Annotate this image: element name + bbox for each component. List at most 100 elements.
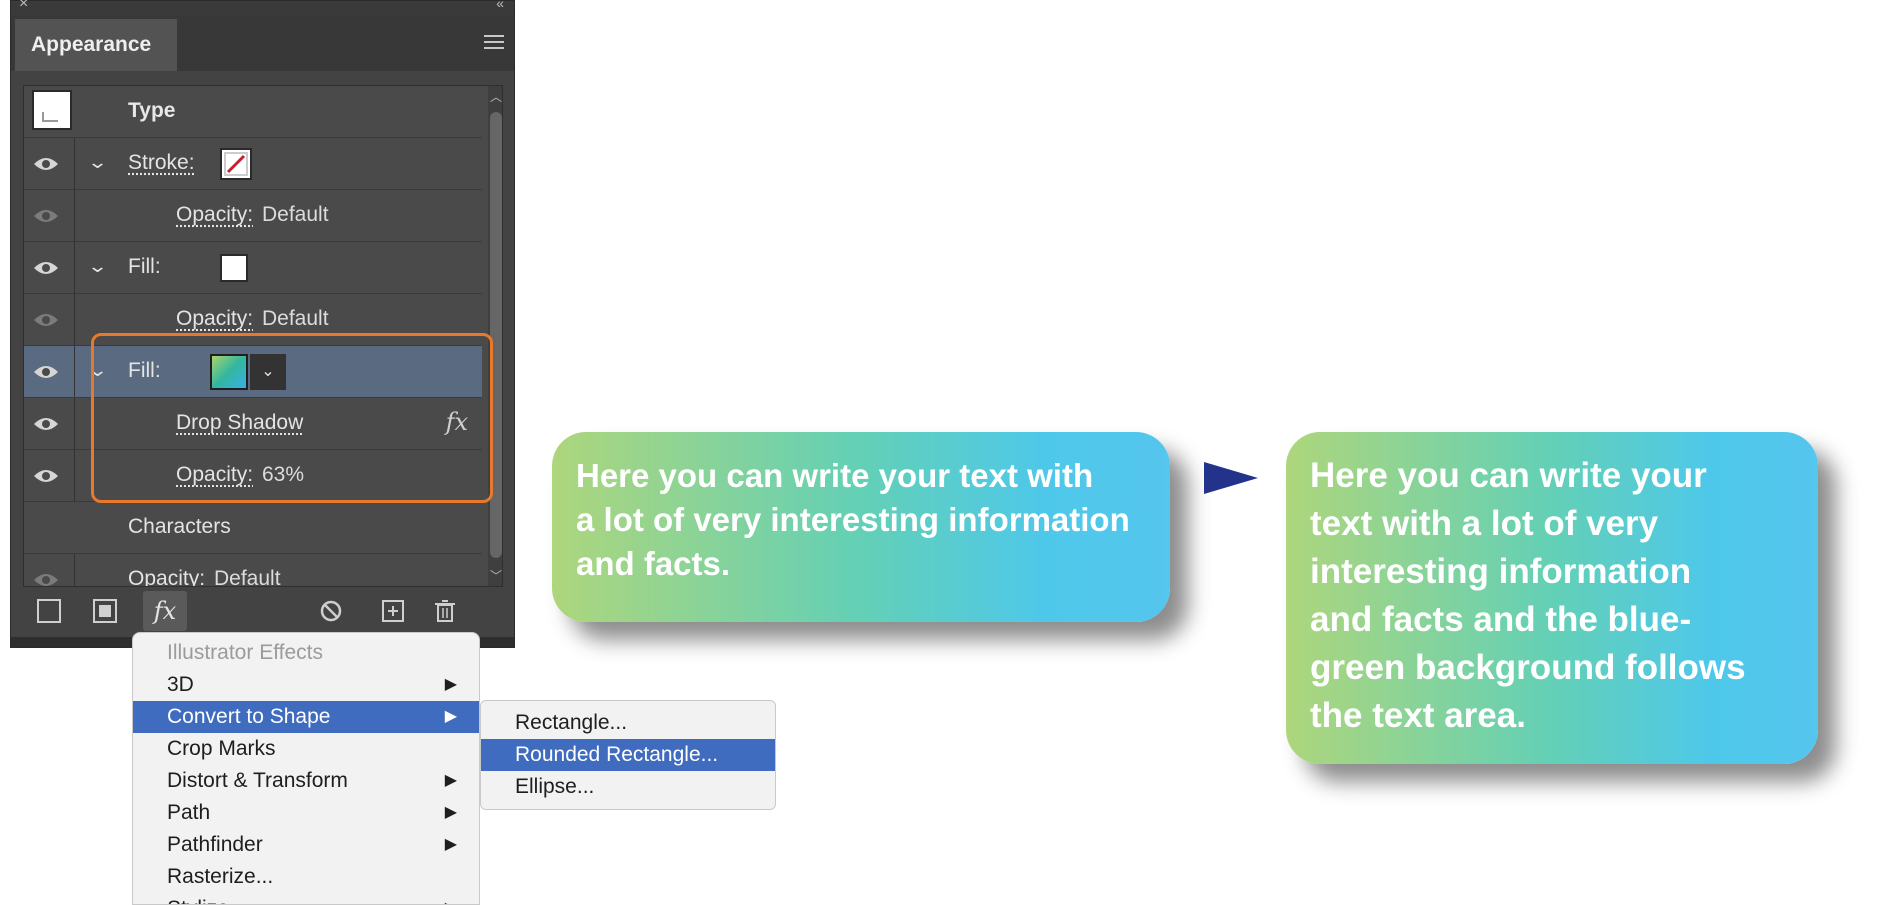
row-fill-gradient[interactable]: ⌄ Fill: ⌄ [24, 346, 482, 398]
menu-item-label: 3D [167, 673, 194, 696]
effects-menu: Illustrator Effects 3D ▶ Convert to Shape… [132, 632, 480, 905]
menu-header: Illustrator Effects [167, 641, 324, 664]
callout-text-line: and facts. [576, 545, 731, 582]
close-icon[interactable]: × [19, 0, 28, 13]
submenu-arrow-icon: ▶ [444, 804, 457, 821]
stroke-label[interactable]: Stroke: [128, 151, 195, 175]
menu-item-distort-transform[interactable]: Distort & Transform ▶ [133, 765, 479, 797]
opacity-label[interactable]: Opacity: [176, 463, 253, 487]
callout-text-line: a lot of very interesting information [576, 501, 1130, 538]
opacity-value: Default [262, 307, 329, 330]
submenu-item-ellipse[interactable]: Ellipse... [481, 771, 775, 803]
menu-item-label: Convert to Shape [167, 705, 331, 728]
panel-title-bar: × « [11, 0, 514, 15]
opacity-label[interactable]: Opacity: [176, 203, 253, 227]
fill-label[interactable]: Fill: [128, 255, 161, 279]
menu-item-path[interactable]: Path ▶ [133, 797, 479, 829]
row-stroke[interactable]: ⌄ Stroke: [24, 138, 482, 190]
clear-appearance-icon[interactable] [319, 599, 343, 623]
callout-text-line: Here you can write your [1310, 456, 1707, 495]
trash-icon[interactable] [433, 599, 457, 623]
opacity-label[interactable]: Opacity: [176, 307, 253, 331]
collapse-icon[interactable]: « [496, 0, 504, 11]
eye-icon[interactable] [32, 154, 60, 174]
stroke-swatch[interactable] [220, 148, 252, 180]
row-stroke-opacity[interactable]: Opacity: Default [24, 190, 482, 242]
submenu-arrow-icon: ▶ [444, 836, 457, 853]
menu-item-label: Path [167, 801, 211, 824]
convert-to-shape-submenu: Rectangle... Rounded Rectangle... Ellips… [480, 700, 776, 810]
menu-item-label: Pathfinder [167, 833, 263, 856]
row-fill-opacity[interactable]: Opacity: Default [24, 294, 482, 346]
swatch-dropdown-chevron-icon[interactable]: ⌄ [250, 354, 286, 390]
type-label: Type [128, 99, 176, 122]
scroll-down-icon[interactable]: ﹀ [490, 567, 502, 584]
chevron-down-icon[interactable]: ⌄ [87, 152, 108, 173]
row-drop-shadow[interactable]: Drop Shadow fx [24, 398, 482, 450]
callout-text-line: and facts and the blue- [1310, 600, 1692, 639]
submenu-item-rectangle[interactable]: Rectangle... [481, 707, 775, 739]
no-stroke-icon [226, 154, 246, 174]
fx-icon[interactable]: fx [446, 408, 468, 436]
chevron-down-icon[interactable]: ⌄ [87, 360, 108, 381]
menu-item-label: Distort & Transform [167, 769, 348, 792]
menu-item-stylize[interactable]: Stylize ▶ [133, 893, 479, 904]
callout-text-line: text with a lot of very [1310, 504, 1659, 543]
eye-icon[interactable] [32, 362, 60, 382]
appearance-list: Type ⌄ Stroke: Opacity: Default ⌄ Fill: [23, 85, 503, 587]
arrow-right-icon [1204, 462, 1258, 494]
characters-label: Characters [128, 515, 231, 538]
submenu-arrow-icon: ▶ [444, 708, 457, 725]
type-thumbnail [32, 90, 72, 130]
panel-menu-icon[interactable] [484, 35, 504, 51]
submenu-arrow-icon: ▶ [444, 676, 457, 693]
panel-tab-bar: Appearance [11, 15, 514, 71]
opacity-value: 63% [262, 463, 305, 486]
callout-text-line: the text area. [1310, 696, 1526, 735]
eye-icon[interactable] [32, 310, 60, 330]
row-fill-opacity-63[interactable]: Opacity: 63% [24, 450, 482, 502]
appearance-panel: × « Appearance Type ⌄ Stroke: Opacity: D… [10, 0, 515, 648]
fill-swatch-white[interactable] [220, 254, 248, 282]
panel-toolbar: fx [11, 587, 514, 637]
eye-icon[interactable] [32, 414, 60, 434]
row-fill-white[interactable]: ⌄ Fill: [24, 242, 482, 294]
row-characters[interactable]: Characters [24, 502, 482, 554]
scroll-up-icon[interactable]: ︿ [490, 88, 502, 105]
chevron-down-icon[interactable]: ⌄ [87, 256, 108, 277]
drop-shadow-label[interactable]: Drop Shadow [176, 411, 303, 435]
eye-icon[interactable] [32, 206, 60, 226]
callout-text-line: green background follows [1310, 648, 1746, 687]
menu-item-convert-to-shape[interactable]: Convert to Shape ▶ [133, 701, 479, 733]
eye-icon[interactable] [32, 570, 60, 587]
menu-item-rasterize[interactable]: Rasterize... [133, 861, 479, 893]
duplicate-item-icon[interactable] [381, 599, 405, 623]
add-new-stroke-icon[interactable] [37, 599, 61, 623]
eye-icon[interactable] [32, 258, 60, 278]
fill-label[interactable]: Fill: [128, 359, 161, 383]
submenu-arrow-icon: ▶ [445, 893, 457, 904]
add-new-effect-button[interactable]: fx [143, 591, 187, 631]
submenu-arrow-icon: ▶ [444, 772, 457, 789]
fill-swatch-gradient[interactable] [210, 354, 248, 390]
add-new-fill-icon[interactable] [93, 599, 117, 623]
row-type[interactable]: Type [24, 86, 482, 138]
menu-item-pathfinder[interactable]: Pathfinder ▶ [133, 829, 479, 861]
submenu-item-rounded-rectangle[interactable]: Rounded Rectangle... [481, 739, 775, 771]
vertical-scrollbar[interactable]: ︿ ﹀ [488, 86, 502, 586]
menu-item-3d[interactable]: 3D ▶ [133, 669, 479, 701]
tab-appearance[interactable]: Appearance [15, 19, 177, 71]
opacity-value: Default [262, 203, 329, 226]
callout-after: Here you can write your text with a lot … [1286, 432, 1818, 764]
row-characters-opacity[interactable]: Opacity: Default [24, 554, 482, 587]
callout-text-line: interesting information [1310, 552, 1692, 591]
callout-before: Here you can write your text with a lot … [552, 432, 1170, 622]
menu-item-label: Rasterize... [167, 865, 274, 888]
menu-item-label: Stylize [167, 897, 229, 904]
menu-item-crop-marks[interactable]: Crop Marks [133, 733, 479, 765]
scroll-thumb[interactable] [490, 112, 502, 558]
menu-item-label: Crop Marks [167, 737, 276, 760]
eye-icon[interactable] [32, 466, 60, 486]
opacity-label[interactable]: Opacity: [128, 567, 205, 586]
opacity-value: Default [214, 567, 281, 587]
